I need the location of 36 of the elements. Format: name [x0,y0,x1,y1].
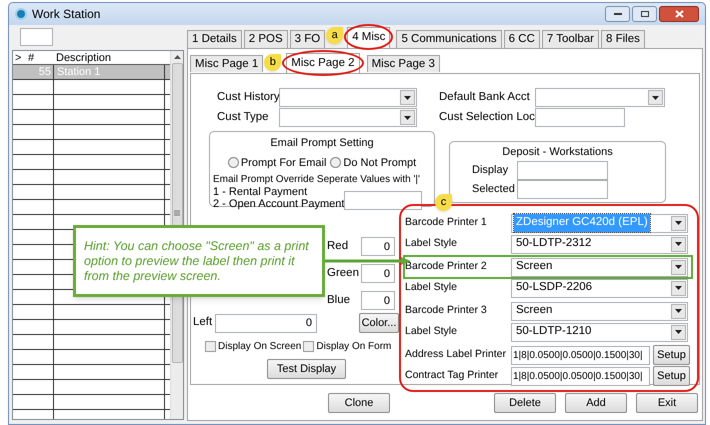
dropdown-value: Screen [515,303,554,318]
table-cell: 55 [13,65,54,80]
field-label: Red [327,238,350,254]
field-label: Blue [327,292,352,308]
hint-text: Hint: You can choose "Screen" as a print option to preview the label then print it from the preview screen. [84,238,310,284]
callout-badge: b [264,54,282,71]
field-label: Left [193,315,214,330]
group-title: Email Prompt Setting [270,136,374,151]
field-label: Address Label Printer [405,347,507,362]
field-label: Selected [472,182,516,197]
window-title: Work Station [32,6,100,23]
dropdown-value: 50-LDTP-2312 [515,236,592,252]
group-title: Deposit - Workstations [502,145,613,160]
field-label: Cust History [217,90,279,105]
field-label: Label Style [405,236,458,252]
override-text: Email Prompt Override Seperate Values with '|' [213,174,420,186]
field-label: Label Style [405,324,458,340]
field-label: Label Style [405,280,458,296]
field-label: Cust Selection Loc [439,110,535,125]
payment-type-text: 2 - Open Account Payment [213,198,344,210]
dropdown-value: Screen [515,259,554,274]
payment-type-text: 1 - Rental Payment [213,186,308,198]
field-label: Default Bank Acct [439,90,531,105]
callout-badge: a [326,27,344,44]
dropdown-value: ZDesigner GC420d (EPL) [514,214,650,232]
callout-badge: c [435,194,452,211]
field-label: Display [472,162,510,178]
field-label: Barcode Printer 3 [405,303,488,318]
field-label: Cust Type [217,110,270,125]
field-label: Barcode Printer 2 [405,259,488,274]
field-label: Green [327,266,360,281]
dropdown-value: 50-LSDP-2206 [515,280,594,296]
field-label: Contract Tag Printer [405,368,500,384]
field-label: Barcode Printer 1 [405,215,488,230]
table-cell: Station 1 [54,65,165,80]
dropdown-value: 50-LDTP-1210 [515,324,592,340]
